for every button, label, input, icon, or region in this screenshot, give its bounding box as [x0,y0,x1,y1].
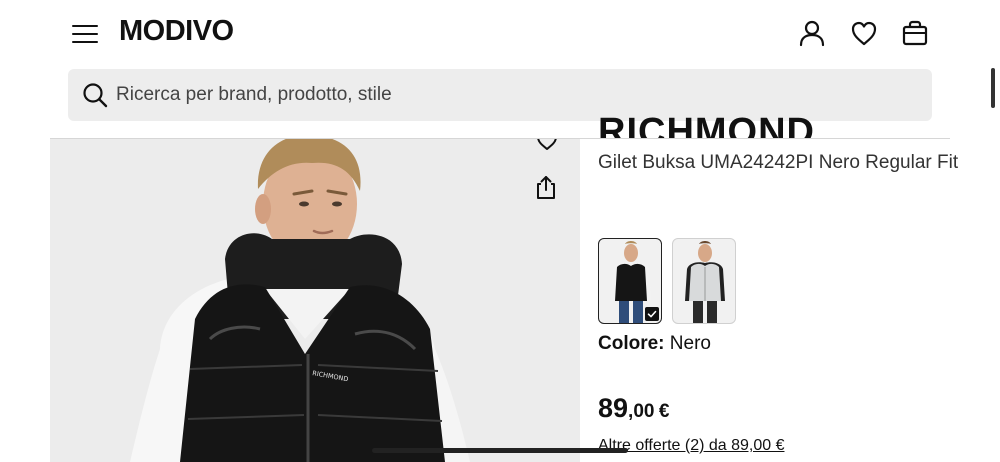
model-photo: RICHMOND [130,139,470,462]
brand-title-partial: RICHMOND [598,111,815,138]
price-decimals: ,00 [628,401,655,422]
color-value: Nero [669,333,711,354]
price-currency: € [658,401,670,422]
color-swatch-grey[interactable] [672,238,736,324]
heart-icon[interactable] [849,18,879,48]
menu-icon[interactable] [72,24,98,44]
product-name: Gilet Buksa UMA24242PI Nero Regular Fit [598,152,959,173]
product-image[interactable]: RICHMOND [50,139,580,462]
horizontal-scrollbar[interactable] [372,448,628,453]
search-icon [83,83,108,108]
page-scrollbar[interactable] [991,68,995,108]
swatch-thumbnail-grey [685,241,725,323]
color-swatch-nero[interactable] [598,238,662,324]
header: MODIVO [0,0,1000,68]
color-selection: Colore: Nero [598,333,711,355]
color-label: Colore: [598,333,665,354]
price: 89,00 € [598,393,670,424]
bag-icon[interactable] [900,18,930,48]
price-main: 89 [598,393,629,423]
check-icon [645,307,659,321]
user-icon[interactable] [797,18,827,48]
wishlist-heart-icon[interactable] [534,139,560,153]
share-icon[interactable] [533,174,559,200]
logo[interactable]: MODIVO [119,15,234,48]
